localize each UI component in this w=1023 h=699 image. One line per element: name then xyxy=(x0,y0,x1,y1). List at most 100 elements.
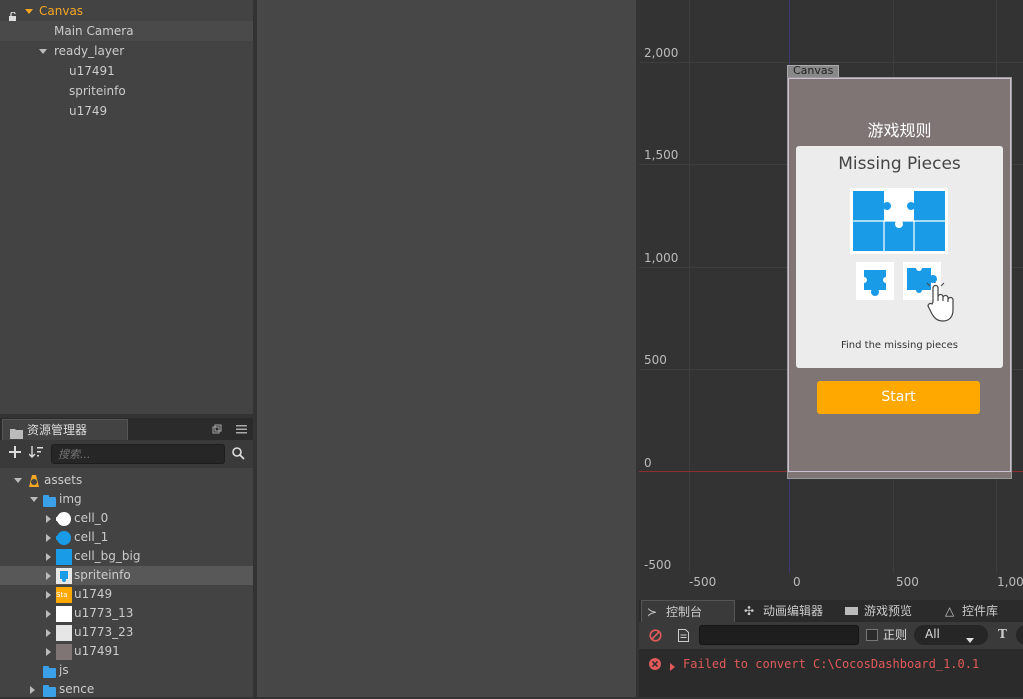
x-tick-label: 1,000 xyxy=(997,575,1023,589)
rules-card[interactable]: Missing Pieces Find the missing pieces xyxy=(796,146,1003,368)
asset-item-js[interactable]: js xyxy=(0,661,253,680)
asset-item-cell-0[interactable]: cell_0 xyxy=(0,509,253,528)
log-level-select[interactable]: All xyxy=(914,625,988,645)
asset-item-label: assets xyxy=(44,473,83,487)
console-panel: ≻ 控制台 ✣ 动画编辑器 游戏预览 △ 控件库 正则 All T Failed… xyxy=(639,600,1023,697)
expand-icon[interactable] xyxy=(46,528,51,547)
asset-item-u1773-13[interactable]: u1773_13 xyxy=(0,604,253,623)
expand-icon[interactable] xyxy=(46,585,51,604)
hierarchy-item-main-camera[interactable]: Main Camera xyxy=(0,21,253,41)
font-size-select[interactable] xyxy=(1016,625,1023,645)
folder-icon xyxy=(43,495,56,507)
asset-item-u1749[interactable]: Sta u1749 xyxy=(0,585,253,604)
font-size-icon[interactable]: T xyxy=(998,627,1007,641)
asset-item-label: spriteinfo xyxy=(74,568,131,582)
card-caption: Find the missing pieces xyxy=(841,340,958,351)
hierarchy-item-spriteinfo[interactable]: spriteinfo xyxy=(0,81,253,101)
grid-line xyxy=(639,62,1023,63)
hierarchy-item-ready-layer[interactable]: ready_layer xyxy=(0,41,253,61)
expand-icon[interactable] xyxy=(39,41,47,61)
tab-console[interactable]: ≻ 控制台 xyxy=(641,600,735,622)
expand-icon[interactable] xyxy=(670,659,675,673)
y-tick-label: -500 xyxy=(644,558,672,572)
hierarchy-item-label: Canvas xyxy=(39,4,84,18)
hierarchy-item-label: Main Camera xyxy=(54,24,134,38)
expand-icon[interactable] xyxy=(46,642,51,661)
add-icon[interactable] xyxy=(9,446,21,461)
asset-item-u1773-23[interactable]: u1773_23 xyxy=(0,623,253,642)
blue-square-icon xyxy=(56,549,72,565)
menu-icon[interactable] xyxy=(236,423,247,437)
expand-icon[interactable] xyxy=(46,547,51,566)
asset-item-img[interactable]: img xyxy=(0,490,253,509)
error-message[interactable]: Failed to convert C:\CocosDashboard_1.0.… xyxy=(683,657,979,671)
expand-icon[interactable] xyxy=(14,471,22,490)
asset-item-label: u1749 xyxy=(74,587,113,601)
x-tick-label: 0 xyxy=(793,575,801,589)
tab-animation-editor[interactable]: ✣ 动画编辑器 xyxy=(744,600,842,622)
hierarchy-item-label: ready_layer xyxy=(54,44,125,58)
search-input[interactable] xyxy=(51,444,225,464)
console-filter-input[interactable] xyxy=(699,625,859,645)
expand-icon[interactable] xyxy=(46,509,51,528)
assets-tree: assets img cell_0 cell_1 cell_bg_big spr… xyxy=(0,468,253,697)
card-title: Missing Pieces xyxy=(838,154,961,174)
expand-icon[interactable] xyxy=(46,623,51,642)
assets-toolbar xyxy=(0,440,253,468)
y-tick-label: 500 xyxy=(644,353,667,367)
clear-icon[interactable] xyxy=(649,629,662,645)
asset-item-label: u1773_13 xyxy=(74,606,134,620)
asset-item-sence[interactable]: sence xyxy=(0,680,253,699)
asset-item-spriteinfo[interactable]: spriteinfo xyxy=(0,566,253,585)
regex-checkbox[interactable] xyxy=(866,629,878,641)
popout-icon[interactable] xyxy=(212,423,222,437)
asset-item-cell-1[interactable]: cell_1 xyxy=(0,528,253,547)
expand-icon[interactable] xyxy=(30,490,38,509)
hierarchy-item-canvas[interactable]: Canvas xyxy=(0,1,253,21)
canvas-node[interactable]: 游戏规则 Missing Pieces Find the missing pie… xyxy=(787,77,1012,479)
expand-icon[interactable] xyxy=(46,566,51,585)
asset-item-label: img xyxy=(59,492,82,506)
asset-item-cell-bg-big[interactable]: cell_bg_big xyxy=(0,547,253,566)
animation-icon: ✣ xyxy=(744,604,755,618)
asset-item-label: sence xyxy=(59,682,95,696)
puzzle-piece-option-1[interactable] xyxy=(856,262,894,300)
regex-label: 正则 xyxy=(883,628,908,642)
terminal-icon: ≻ xyxy=(647,605,658,619)
tab-assets[interactable]: 资源管理器 xyxy=(2,419,128,441)
expand-icon[interactable] xyxy=(46,604,51,623)
tab-widget-library[interactable]: △ 控件库 xyxy=(945,600,1021,622)
sort-icon[interactable] xyxy=(28,446,43,461)
console-log-area: Failed to convert C:\CocosDashboard_1.0.… xyxy=(639,649,1023,697)
asset-item-assets[interactable]: assets xyxy=(0,471,253,490)
expand-icon[interactable] xyxy=(30,680,35,699)
tab-game-preview[interactable]: 游戏预览 xyxy=(845,600,935,622)
asset-item-label: cell_0 xyxy=(74,511,109,525)
hierarchy-item-label: u17491 xyxy=(69,64,115,78)
lock-icon[interactable] xyxy=(8,7,18,21)
scene-view[interactable]: 2,000 1,500 1,000 500 0 -500 -500 0 500 … xyxy=(639,0,1023,596)
search-icon[interactable] xyxy=(232,447,245,463)
log-level-value: All xyxy=(925,627,940,641)
chevron-down-icon xyxy=(966,633,974,647)
asset-item-label: u1773_23 xyxy=(74,625,134,639)
log-file-icon[interactable] xyxy=(678,629,689,645)
canvas-node-label: Canvas xyxy=(793,64,834,77)
inspector-panel xyxy=(257,0,636,697)
expand-icon[interactable] xyxy=(25,1,33,21)
tab-label: 游戏预览 xyxy=(864,604,913,618)
hierarchy-item-u1749[interactable]: u1749 xyxy=(0,101,253,121)
asset-item-label: u17491 xyxy=(74,644,120,658)
hierarchy-panel: Canvas Main Camera ready_layer u17491 sp… xyxy=(0,0,253,414)
puzzle-board-image xyxy=(850,188,948,254)
camera-icon xyxy=(845,607,858,615)
asset-item-u17491[interactable]: u17491 xyxy=(0,642,253,661)
hierarchy-item-u17491[interactable]: u17491 xyxy=(0,61,253,81)
start-button[interactable]: Start xyxy=(817,381,980,414)
start-button-thumb: Sta xyxy=(56,587,72,603)
triangle-icon: △ xyxy=(945,604,955,618)
light-square-icon xyxy=(56,625,72,641)
asset-item-label: js xyxy=(59,663,69,677)
hierarchy-item-label: u1749 xyxy=(69,104,108,118)
y-tick-label: 2,000 xyxy=(644,46,679,60)
